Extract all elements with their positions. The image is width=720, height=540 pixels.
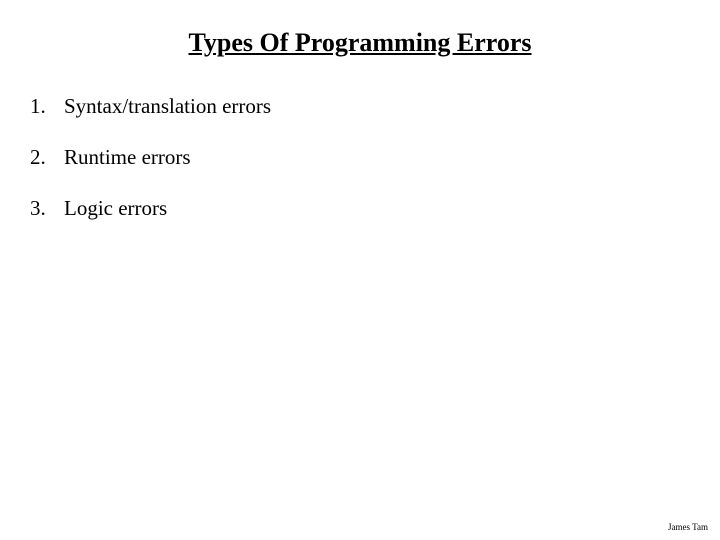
list-item-number: 3. [30,196,52,221]
slide-container: Types Of Programming Errors 1. Syntax/tr… [0,0,720,540]
list-item-number: 1. [30,94,52,119]
list-item-text: Logic errors [64,196,167,221]
list-item: 2. Runtime errors [30,145,690,170]
slide-title: Types Of Programming Errors [30,28,690,58]
footer-author: James Tam [668,522,708,532]
list-item-number: 2. [30,145,52,170]
list-item-text: Syntax/translation errors [64,94,271,119]
list-item: 3. Logic errors [30,196,690,221]
list-item: 1. Syntax/translation errors [30,94,690,119]
list-item-text: Runtime errors [64,145,191,170]
error-types-list: 1. Syntax/translation errors 2. Runtime … [30,94,690,221]
